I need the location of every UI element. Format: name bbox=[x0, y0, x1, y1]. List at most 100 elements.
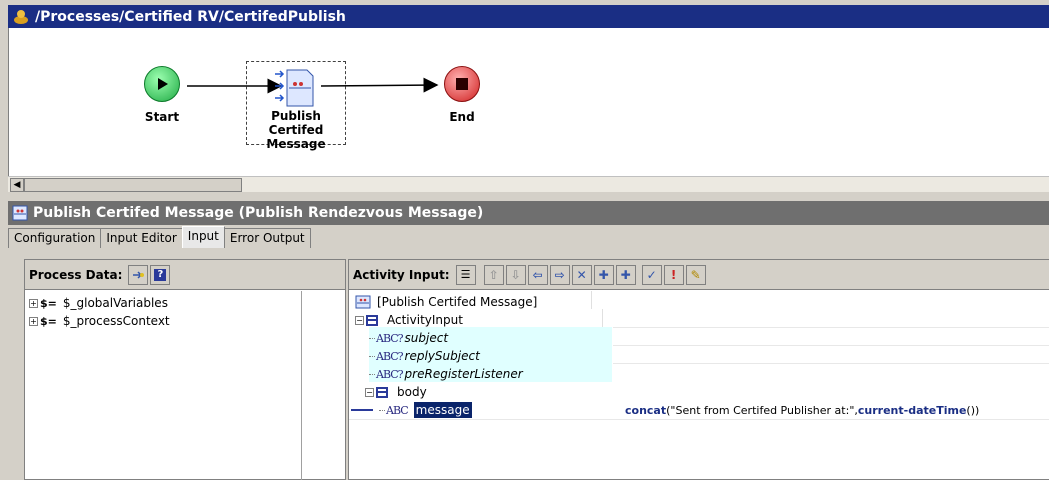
process-window-title-bar[interactable]: /Processes/Certified RV/CertifedPublish bbox=[8, 5, 1049, 28]
message-label: message bbox=[413, 402, 472, 418]
mapping-line bbox=[351, 409, 373, 411]
end-icon bbox=[444, 66, 480, 102]
tab-error-output[interactable]: Error Output bbox=[223, 228, 311, 248]
expand-icon[interactable]: + bbox=[29, 298, 38, 308]
complex-type-icon bbox=[366, 314, 378, 326]
publish-rv-icon bbox=[275, 69, 314, 107]
optional-string-icon: ABC? bbox=[376, 367, 404, 381]
start-icon bbox=[144, 66, 180, 102]
row-separator bbox=[613, 363, 1049, 364]
map-to-input-button[interactable] bbox=[128, 264, 149, 285]
scrollbar-thumb[interactable] bbox=[24, 178, 242, 192]
plus-icon: ✚ bbox=[598, 267, 609, 282]
tab-input[interactable]: Input bbox=[181, 226, 225, 248]
process-canvas[interactable]: Start Publish Certifed Message End bbox=[8, 28, 1049, 176]
help-icon: ? bbox=[154, 268, 167, 281]
variable-icon: $= bbox=[40, 314, 57, 328]
field-label: replySubject bbox=[404, 349, 480, 363]
activity-icon bbox=[12, 205, 28, 221]
show-edit-tab-button[interactable]: ☰ bbox=[455, 264, 476, 285]
tree-connector bbox=[369, 355, 375, 357]
activity-input-toolbar: Activity Input: ☰ ⇧ ⇩ ⇦ ⇨ ✕ ✚ ✚ ✓ ! ✎ bbox=[349, 260, 1049, 290]
scroll-left-icon[interactable]: ◀ bbox=[10, 178, 24, 192]
show-errors-button[interactable]: ! bbox=[663, 264, 684, 285]
move-left-button[interactable]: ⇦ bbox=[527, 264, 548, 285]
variable-icon: $= bbox=[40, 296, 57, 310]
end-node[interactable]: End bbox=[439, 66, 485, 124]
field-value-area bbox=[613, 327, 1049, 382]
activity-label-line1: Publish Certifed bbox=[268, 109, 324, 137]
activity-small-icon bbox=[355, 295, 371, 309]
activity-panel-title-bar[interactable]: Publish Certifed Message (Publish Rendez… bbox=[8, 201, 1049, 225]
row-separator bbox=[613, 345, 1049, 346]
tab-input-editor[interactable]: Input Editor bbox=[100, 228, 183, 248]
activity-panel-title: Publish Certifed Message (Publish Rendez… bbox=[33, 205, 484, 221]
expr-function: concat bbox=[625, 403, 667, 417]
message-expression[interactable]: concat ("Sent from Certifed Publisher at… bbox=[625, 401, 979, 419]
activity-input-header: Activity Input: bbox=[353, 267, 450, 282]
arrow-right-icon: ⇨ bbox=[554, 267, 565, 282]
activity-tabs: Configuration Input Editor Input Error O… bbox=[8, 226, 311, 248]
string-icon: ABC bbox=[386, 403, 409, 417]
expr-tail: ()) bbox=[966, 403, 980, 417]
map-arrow-icon bbox=[133, 270, 145, 279]
edit-statement-button[interactable]: ✎ bbox=[685, 264, 706, 285]
process-window-title: /Processes/Certified RV/CertifedPublish bbox=[35, 8, 346, 25]
publish-activity-node[interactable]: Publish Certifed Message bbox=[246, 68, 346, 151]
plus-down-icon: ✚ bbox=[620, 267, 631, 282]
move-up-button[interactable]: ⇧ bbox=[483, 264, 504, 285]
process-data-header: Process Data: bbox=[29, 267, 123, 282]
validate-button[interactable]: ✓ bbox=[641, 264, 662, 285]
field-label: preRegisterListener bbox=[404, 367, 523, 381]
tree-item-label: ActivityInput bbox=[387, 313, 463, 327]
tree-item-process-context[interactable]: + $= $_processContext bbox=[29, 312, 170, 330]
optional-string-icon: ABC? bbox=[376, 331, 404, 345]
tree-item-body[interactable]: − body bbox=[365, 383, 427, 401]
exclamation-icon: ! bbox=[670, 267, 677, 282]
field-label: subject bbox=[404, 331, 449, 345]
process-folder-icon bbox=[14, 9, 28, 24]
activity-label-line2: Message bbox=[266, 137, 326, 151]
expr-argument: ("Sent from Certifed Publisher at:", bbox=[666, 403, 858, 417]
complex-type-icon bbox=[376, 386, 388, 398]
insert-button[interactable]: ✚ bbox=[593, 264, 614, 285]
process-data-toolbar: Process Data: ? bbox=[25, 260, 345, 290]
list-icon: ☰ bbox=[460, 268, 471, 281]
root-label: [Publish Certifed Message] bbox=[377, 295, 538, 309]
tree-item-global-variables[interactable]: + $= $_globalVariables bbox=[29, 294, 168, 312]
tab-configuration[interactable]: Configuration bbox=[8, 228, 102, 248]
arrow-down-icon: ⇩ bbox=[510, 267, 521, 282]
move-right-button[interactable]: ⇨ bbox=[549, 264, 570, 285]
collapse-icon[interactable]: − bbox=[365, 387, 374, 397]
process-data-divider bbox=[301, 291, 302, 480]
tree-item-label: body bbox=[397, 385, 427, 399]
process-data-panel: Process Data: ? + $= $_globalVariables +… bbox=[24, 259, 346, 480]
arrow-left-icon: ⇦ bbox=[532, 267, 543, 282]
column-divider bbox=[591, 291, 592, 309]
end-label: End bbox=[449, 110, 475, 124]
move-down-button[interactable]: ⇩ bbox=[505, 264, 526, 285]
delete-button[interactable]: ✕ bbox=[571, 264, 592, 285]
row-separator bbox=[349, 419, 1049, 420]
field-reply-subject[interactable]: ABC? replySubject bbox=[369, 347, 480, 365]
expand-icon[interactable]: + bbox=[29, 316, 38, 326]
field-subject[interactable]: ABC? subject bbox=[369, 329, 448, 347]
tree-item-label: $_globalVariables bbox=[62, 296, 168, 310]
field-message[interactable]: ABC message bbox=[379, 401, 472, 419]
expr-function-2: current-dateTime bbox=[857, 403, 967, 417]
canvas-horizontal-scrollbar[interactable]: ◀ bbox=[8, 176, 1049, 192]
column-divider bbox=[602, 309, 603, 327]
collapse-icon[interactable]: − bbox=[355, 315, 364, 325]
field-pre-register-listener[interactable]: ABC? preRegisterListener bbox=[369, 365, 523, 383]
tree-root-row[interactable]: [Publish Certifed Message] bbox=[355, 293, 537, 311]
arrow-up-icon: ⇧ bbox=[488, 267, 499, 282]
delete-icon: ✕ bbox=[576, 267, 587, 282]
help-button[interactable]: ? bbox=[150, 264, 171, 285]
activity-input-panel: Activity Input: ☰ ⇧ ⇩ ⇦ ⇨ ✕ ✚ ✚ ✓ ! ✎ [P… bbox=[348, 259, 1049, 480]
checkmark-icon: ✓ bbox=[646, 267, 657, 282]
tree-connector bbox=[379, 409, 385, 411]
insert-child-button[interactable]: ✚ bbox=[615, 264, 636, 285]
pencil-icon: ✎ bbox=[690, 267, 701, 282]
start-node[interactable]: Start bbox=[139, 66, 185, 124]
tree-connector bbox=[369, 373, 375, 375]
